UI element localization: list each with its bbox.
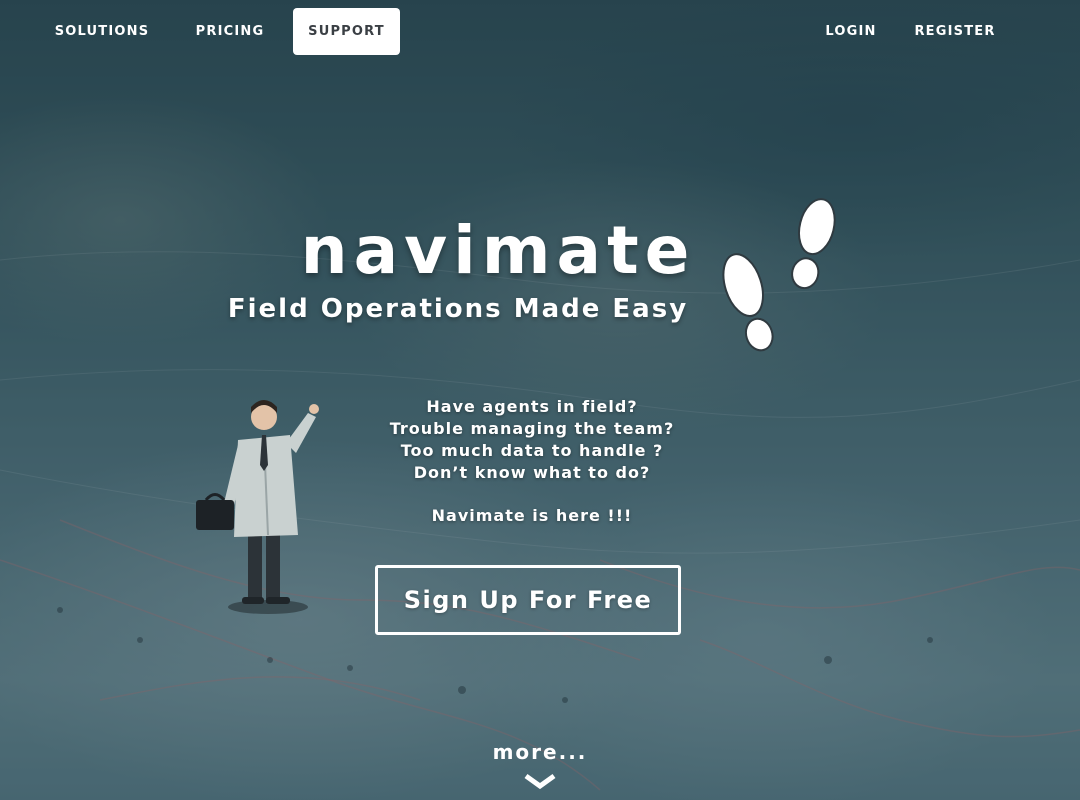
footprints-icon bbox=[722, 198, 836, 352]
businessman-figurine-image bbox=[196, 400, 319, 614]
more-link[interactable]: more... bbox=[0, 740, 1080, 764]
question-line: Don’t know what to do? bbox=[413, 463, 651, 482]
nav-register-link[interactable]: REGISTER bbox=[906, 8, 1004, 55]
top-nav: SOLUTIONS PRICING SUPPORT LOGIN REGISTER bbox=[0, 0, 1080, 64]
question-line: Have agents in field? bbox=[426, 397, 638, 416]
question-line: Too much data to handle ? bbox=[400, 441, 664, 460]
sign-up-button[interactable]: Sign Up For Free bbox=[375, 565, 681, 635]
intro-questions: Have agents in field? Trouble managing t… bbox=[332, 396, 732, 527]
nav-support-link[interactable]: SUPPORT bbox=[293, 8, 400, 55]
question-line: Trouble managing the team? bbox=[389, 419, 675, 438]
nav-solutions-link[interactable]: SOLUTIONS bbox=[44, 8, 160, 55]
nav-pricing-link[interactable]: PRICING bbox=[184, 8, 276, 55]
chevron-down-icon[interactable] bbox=[524, 772, 556, 792]
nav-login-link[interactable]: LOGIN bbox=[814, 8, 888, 55]
brand-title: navimate bbox=[300, 212, 696, 289]
answer-line: Navimate is here !!! bbox=[431, 506, 633, 525]
landing-page: SOLUTIONS PRICING SUPPORT LOGIN REGISTER… bbox=[0, 0, 1080, 800]
